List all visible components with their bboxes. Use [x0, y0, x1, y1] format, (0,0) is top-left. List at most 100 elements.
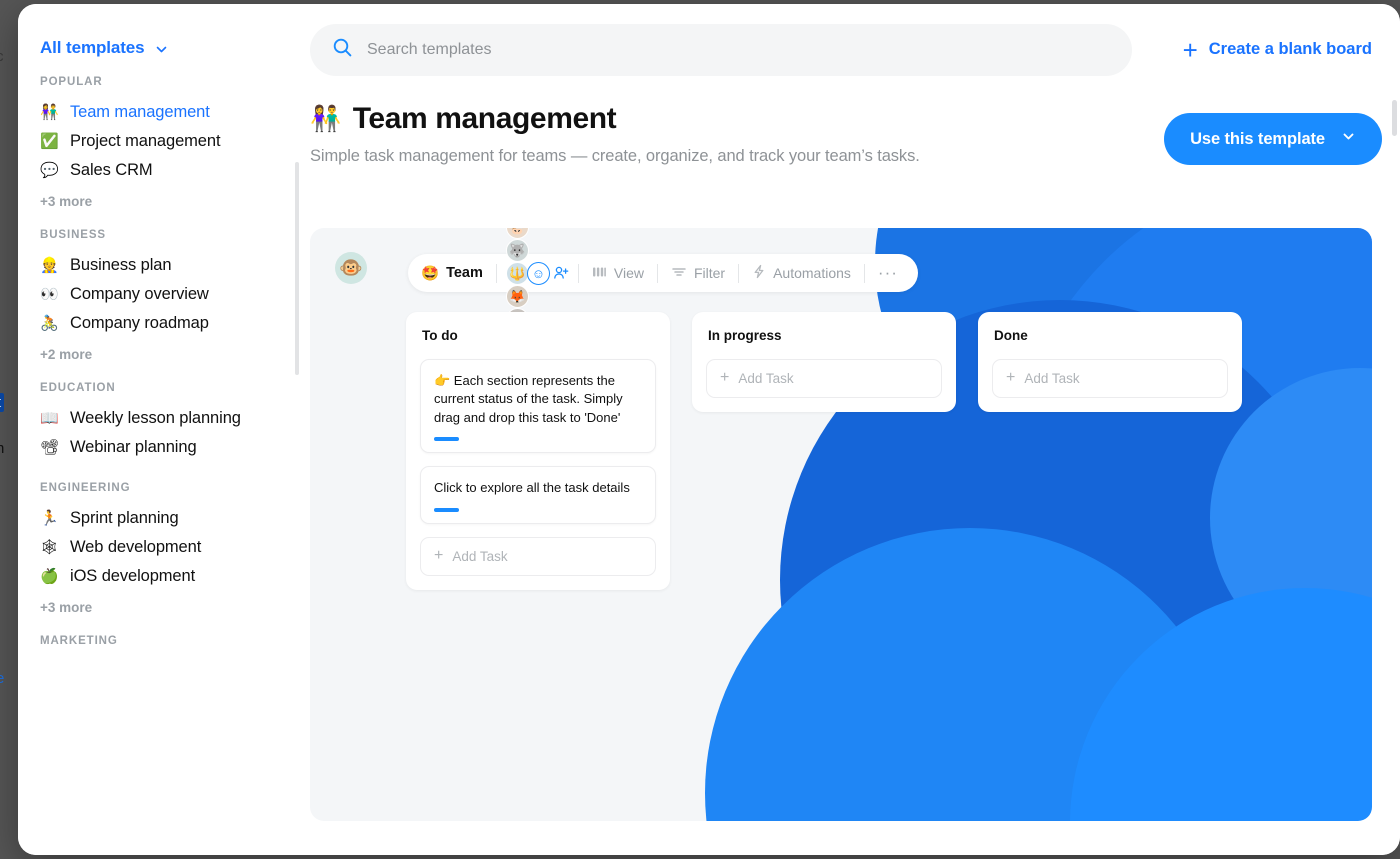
sidebar-group: POPULAR 👫 Team management ✅ Project manageme… [18, 76, 300, 209]
use-this-template-button[interactable]: Use this template [1164, 113, 1382, 165]
kanban-column-title: To do [422, 328, 458, 343]
kanban-column-title: In progress [708, 328, 782, 343]
board-owner-avatar: 🐵 [335, 252, 367, 284]
sidebar-item-label: Business plan [70, 256, 172, 274]
plus-icon: + [1182, 34, 1198, 65]
sidebar-item-sprint-planning[interactable]: 🏃 Sprint planning [18, 504, 300, 533]
template-preview[interactable]: 🐵 🤩 Team 👩🐮🐺🔱🦊🐻👩 ☺ [310, 228, 1372, 821]
backdrop-ghost-text-mid: n [0, 440, 5, 457]
sidebar-group: EDUCATION 📖 Weekly lesson planning 📽 Webinar… [18, 382, 300, 462]
sidebar-item-team-management[interactable]: 👫 Team management [18, 98, 300, 127]
add-person-icon[interactable] [553, 265, 569, 281]
sidebar-group-label: EDUCATION [40, 382, 116, 394]
create-blank-board-label: Create a blank board [1208, 40, 1372, 59]
sidebar-item-company-overview[interactable]: 👀 Company overview [18, 280, 300, 309]
board-name-group[interactable]: 🤩 Team [421, 265, 496, 282]
avatar-emoji: 🐵 [339, 257, 363, 279]
sidebar-item-label: Webinar planning [70, 438, 197, 456]
view-button[interactable]: View [579, 265, 657, 282]
sidebar-item-label: Weekly lesson planning [70, 409, 241, 427]
template-emoji-icon: ✅ [40, 133, 59, 150]
filter-button[interactable]: Filter [658, 265, 738, 282]
sidebar-group: BUSINESS 👷 Business plan 👀 Company overview 🚴… [18, 229, 300, 362]
avatar[interactable]: 🔱 [505, 261, 529, 285]
template-emoji-icon: 👷 [40, 257, 59, 274]
sidebar-item-business-plan[interactable]: 👷 Business plan [18, 251, 300, 280]
smiley-face-icon[interactable]: ☺ [526, 261, 550, 285]
add-task-label: Add Task [1024, 371, 1080, 386]
sidebar-item-label: Web development [70, 538, 202, 556]
sidebar-scrollbar[interactable] [295, 162, 299, 375]
task-card[interactable]: 👉 Each section represents the current st… [420, 359, 656, 454]
kanban-column: Done + Add Task [978, 312, 1242, 412]
add-task-label: Add Task [452, 548, 508, 564]
sidebar-item-label: Team management [70, 103, 210, 121]
columns-icon [592, 265, 607, 282]
sidebar-show-more-link[interactable]: +3 more [18, 591, 300, 615]
avatar[interactable]: 🐺 [505, 238, 529, 262]
add-task-button[interactable]: + Add Task [420, 536, 656, 576]
content-scrollbar[interactable] [1392, 100, 1397, 136]
search-input[interactable] [367, 41, 1110, 59]
filter-icon [671, 265, 687, 282]
sidebar-item-label: iOS development [70, 567, 196, 585]
template-emoji-icon: 🕸 [40, 539, 59, 556]
sidebar-item-web-development[interactable]: 🕸 Web development [18, 533, 300, 562]
sidebar-item-weekly-lesson-planning[interactable]: 📖 Weekly lesson planning [18, 404, 300, 433]
template-emoji-icon: 💬 [40, 162, 59, 179]
templates-modal: All templates POPULAR 👫 Team management ✅ Pr… [18, 4, 1400, 855]
add-task-button[interactable]: + Add Task [706, 359, 942, 398]
plus-icon: + [1006, 369, 1016, 387]
templates-sidebar: All templates POPULAR 👫 Team management ✅ Pr… [18, 4, 300, 855]
sidebar-item-label: Company overview [70, 285, 209, 303]
all-templates-label: All templates [40, 38, 145, 57]
sidebar-group: MARKETING [18, 635, 300, 657]
sidebar-item-label: Company roadmap [70, 314, 209, 332]
kanban-board: To do 👉 Each section represents the curre… [406, 312, 1242, 590]
task-card-status-bar [434, 437, 459, 442]
sidebar-item-webinar-planning[interactable]: 📽 Webinar planning [18, 433, 300, 462]
sidebar-scroll-area[interactable]: POPULAR 👫 Team management ✅ Project manageme… [18, 76, 300, 855]
ellipsis-icon[interactable]: ··· [865, 263, 904, 283]
sidebar-group-label: POPULAR [40, 76, 103, 88]
search-icon [332, 37, 353, 63]
lightning-icon [752, 264, 766, 282]
sidebar-item-sales-crm[interactable]: 💬 Sales CRM [18, 156, 300, 185]
chevron-down-icon [155, 43, 168, 56]
template-emoji-icon: 👫 [40, 104, 59, 121]
sidebar-group-label: BUSINESS [40, 229, 106, 241]
template-emoji-icon: 🚴 [40, 315, 59, 332]
plus-icon: + [720, 369, 730, 387]
view-label: View [613, 265, 644, 281]
sidebar-show-more-link[interactable]: +3 more [18, 185, 300, 209]
kanban-column-title: Done [994, 328, 1028, 343]
add-task-label: Add Task [738, 371, 794, 386]
chevron-down-icon [1341, 129, 1356, 149]
sidebar-group: ENGINEERING 🏃 Sprint planning 🕸 Web developm… [18, 482, 300, 615]
plus-icon: + [434, 547, 444, 565]
automations-button[interactable]: Automations [739, 264, 864, 282]
task-card[interactable]: Click to explore all the task details [420, 466, 656, 524]
sidebar-item-company-roadmap[interactable]: 🚴 Company roadmap [18, 309, 300, 338]
add-task-button[interactable]: + Add Task [992, 359, 1228, 398]
template-emoji-icon: 👫 [310, 104, 341, 133]
template-title: Team management [352, 102, 617, 135]
sidebar-show-more-link[interactable]: +2 more [18, 338, 300, 362]
board-emoji-icon: 🤩 [421, 265, 440, 282]
create-blank-board-button[interactable]: + Create a blank board [1182, 34, 1372, 65]
sidebar-header[interactable]: All templates [18, 4, 300, 58]
sidebar-group-label: MARKETING [40, 635, 118, 647]
sidebar-item-label: Sprint planning [70, 509, 179, 527]
sidebar-item-project-management[interactable]: ✅ Project management [18, 127, 300, 156]
sidebar-group-label: ENGINEERING [40, 482, 131, 494]
search-templates-field[interactable] [310, 24, 1132, 76]
avatar[interactable]: 🐮 [505, 228, 529, 239]
task-card-text: Click to explore all the task details [434, 480, 630, 496]
template-emoji-icon: 🍏 [40, 568, 59, 585]
avatar[interactable]: 🦊 [505, 284, 529, 308]
content-topbar: + Create a blank board [300, 4, 1400, 96]
automations-label: Automations [773, 265, 851, 281]
sidebar-item-ios-development[interactable]: 🍏 iOS development [18, 562, 300, 591]
task-card-status-bar [434, 507, 459, 512]
use-this-template-label: Use this template [1190, 129, 1325, 148]
